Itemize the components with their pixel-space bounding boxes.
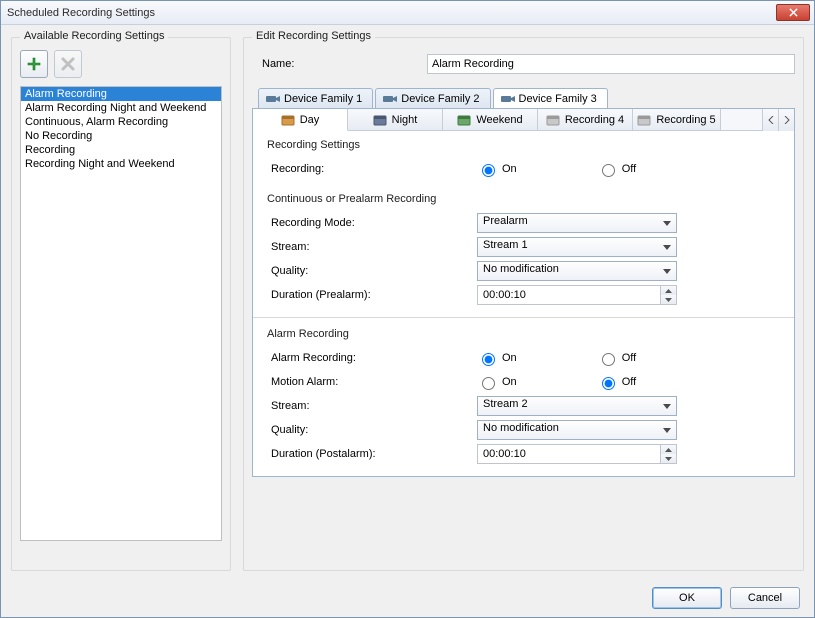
tab-recording-4[interactable]: Recording 4 — [538, 109, 633, 130]
settings-listbox[interactable]: Alarm Recording Alarm Recording Night an… — [20, 86, 222, 541]
tab-night[interactable]: Night — [348, 109, 443, 130]
quality2-select[interactable]: No modification — [477, 420, 677, 440]
recording-settings-legend: Recording Settings — [267, 139, 780, 151]
device-tab-content: Day Night Weekend Recording 4 — [252, 108, 795, 477]
dialog-footer: OK Cancel — [1, 579, 814, 617]
tab-device-family-2[interactable]: Device Family 2 — [375, 88, 490, 108]
chevron-up-icon — [665, 289, 672, 293]
spin-up[interactable] — [661, 445, 676, 454]
list-item[interactable]: Continuous, Alarm Recording — [21, 115, 221, 129]
plus-icon — [26, 56, 42, 72]
motion-alarm-label: Motion Alarm: — [267, 376, 477, 388]
list-item[interactable]: No Recording — [21, 129, 221, 143]
recording-label: Recording: — [267, 163, 477, 175]
spin-up[interactable] — [661, 286, 676, 295]
chevron-right-icon — [784, 116, 790, 124]
tab-weekend[interactable]: Weekend — [443, 109, 538, 130]
recording-mode-select[interactable]: Prealarm — [477, 213, 677, 233]
add-button[interactable] — [20, 50, 48, 78]
chevron-up-icon — [665, 448, 672, 452]
stream-select[interactable]: Stream 1 — [477, 237, 677, 257]
list-item[interactable]: Recording — [21, 143, 221, 157]
close-button[interactable] — [776, 4, 810, 21]
tabs-scroll-left[interactable] — [762, 109, 778, 131]
stream-label: Stream: — [267, 241, 477, 253]
duration-prealarm-label: Duration (Prealarm): — [267, 289, 477, 301]
continuous-legend: Continuous or Prealarm Recording — [267, 193, 780, 205]
quality-select[interactable]: No modification — [477, 261, 677, 281]
tab-day[interactable]: Day — [253, 109, 348, 131]
duration-postalarm-input[interactable]: 00:00:10 — [477, 444, 677, 464]
list-item[interactable]: Alarm Recording Night and Weekend — [21, 101, 221, 115]
duration-prealarm-input[interactable]: 00:00:10 — [477, 285, 677, 305]
camera-icon — [266, 94, 280, 104]
ok-button[interactable]: OK — [652, 587, 722, 609]
window-title: Scheduled Recording Settings — [7, 7, 155, 19]
close-icon — [789, 8, 798, 17]
spin-down[interactable] — [661, 295, 676, 304]
edit-settings-group: Edit Recording Settings Name: Device Fam… — [243, 37, 804, 571]
quality2-label: Quality: — [267, 424, 477, 436]
recording-off-radio[interactable]: Off — [597, 161, 636, 177]
delete-button[interactable] — [54, 50, 82, 78]
available-settings-legend: Available Recording Settings — [20, 30, 168, 42]
name-label: Name: — [262, 58, 427, 70]
recording-mode-label: Recording Mode: — [267, 217, 477, 229]
spin-down[interactable] — [661, 454, 676, 463]
alarm-off-radio[interactable]: Off — [597, 350, 636, 366]
x-icon — [61, 57, 75, 71]
duration-postalarm-label: Duration (Postalarm): — [267, 448, 477, 460]
list-item[interactable]: Recording Night and Weekend — [21, 157, 221, 171]
dialog-window: Scheduled Recording Settings Available R… — [0, 0, 815, 618]
calendar-icon — [546, 114, 560, 126]
calendar-icon — [281, 114, 295, 126]
tab-device-family-3[interactable]: Device Family 3 — [493, 88, 608, 108]
tab-recording-5[interactable]: Recording 5 — [633, 109, 721, 130]
stream2-label: Stream: — [267, 400, 477, 412]
cancel-button[interactable]: Cancel — [730, 587, 800, 609]
chevron-left-icon — [768, 116, 774, 124]
motion-on-radio[interactable]: On — [477, 374, 517, 390]
titlebar: Scheduled Recording Settings — [1, 1, 814, 25]
calendar-icon — [373, 114, 387, 126]
edit-settings-legend: Edit Recording Settings — [252, 30, 375, 42]
tab-device-family-1[interactable]: Device Family 1 — [258, 88, 373, 108]
name-input[interactable] — [427, 54, 795, 74]
device-tabs: Device Family 1 Device Family 2 Device F… — [258, 88, 795, 108]
alarm-on-radio[interactable]: On — [477, 350, 517, 366]
quality-label: Quality: — [267, 265, 477, 277]
available-settings-group: Available Recording Settings Alarm Recor… — [11, 37, 231, 571]
calendar-icon — [637, 114, 651, 126]
camera-icon — [383, 94, 397, 104]
chevron-down-icon — [665, 457, 672, 461]
tabs-scroll-right[interactable] — [778, 109, 794, 131]
alarm-legend: Alarm Recording — [267, 328, 780, 340]
chevron-down-icon — [665, 298, 672, 302]
recording-on-radio[interactable]: On — [477, 161, 517, 177]
list-item[interactable]: Alarm Recording — [21, 87, 221, 101]
alarm-recording-label: Alarm Recording: — [267, 352, 477, 364]
stream2-select[interactable]: Stream 2 — [477, 396, 677, 416]
camera-icon — [501, 94, 515, 104]
calendar-icon — [457, 114, 471, 126]
motion-off-radio[interactable]: Off — [597, 374, 636, 390]
schedule-tabs: Day Night Weekend Recording 4 — [253, 109, 794, 131]
